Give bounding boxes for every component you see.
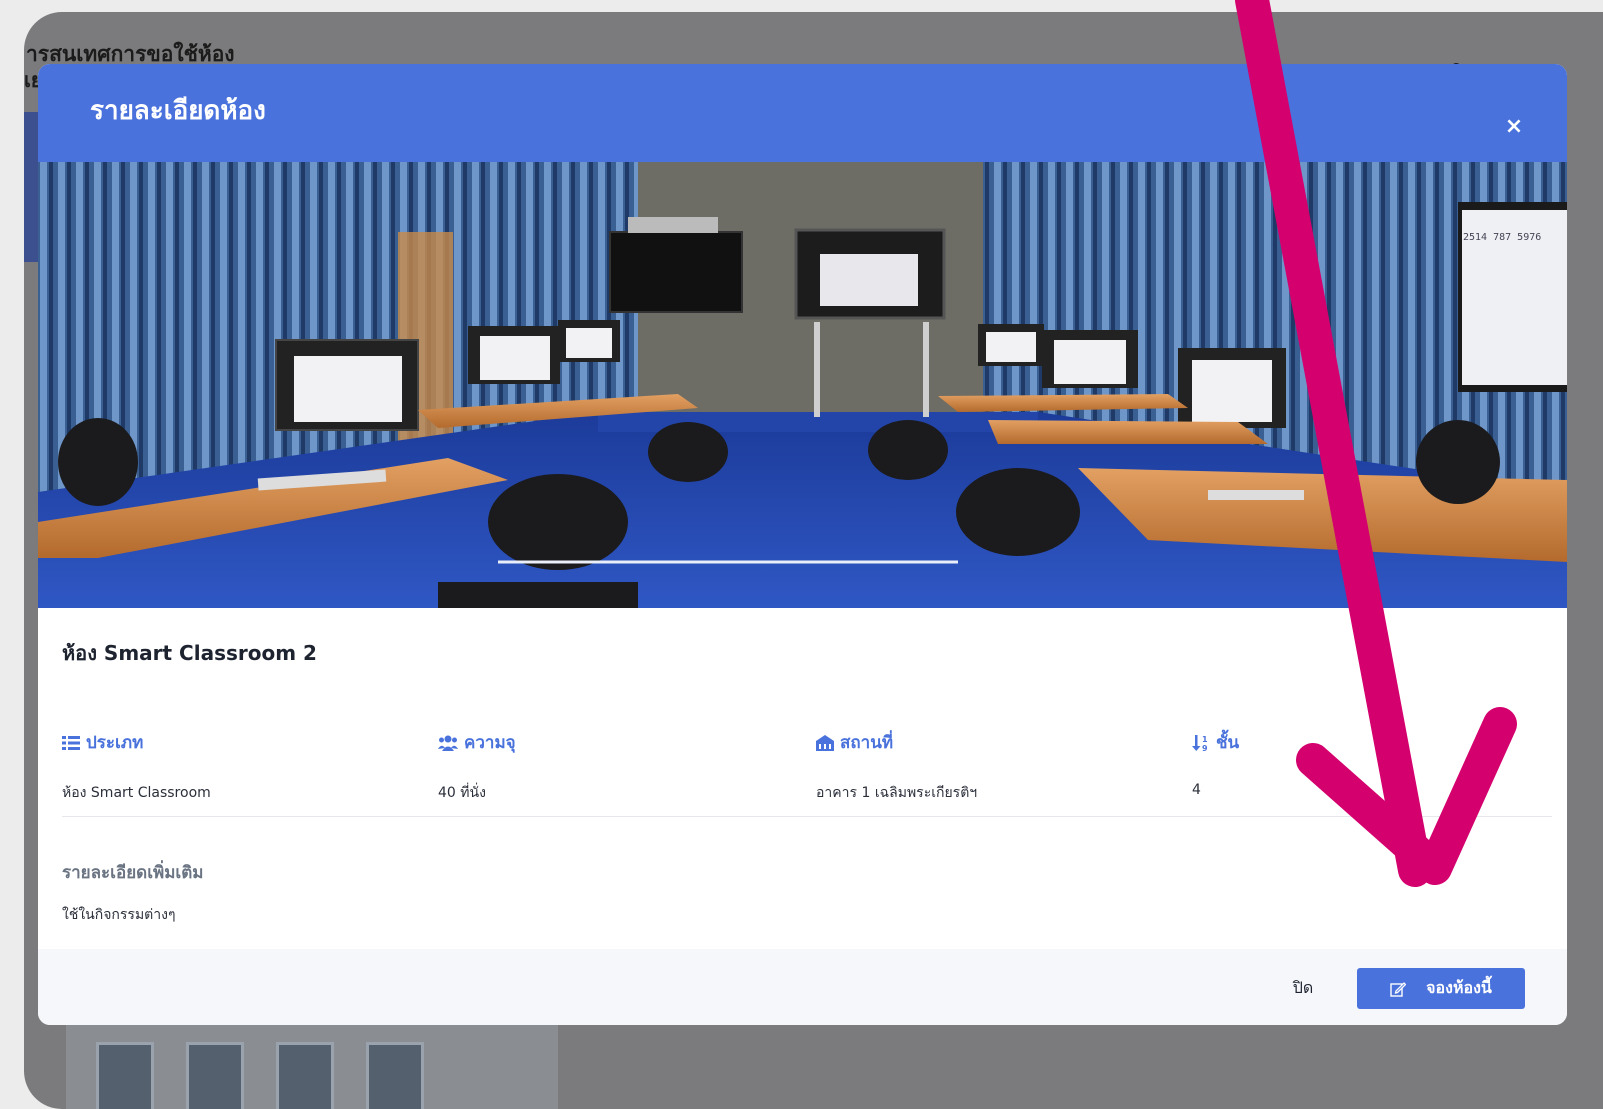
info-type-value: ห้อง Smart Classroom <box>62 785 211 801</box>
list-icon <box>62 735 80 750</box>
info-capacity: ความจุ 40 ที่นั่ง <box>438 729 516 804</box>
info-capacity-label: ความจุ <box>464 733 516 753</box>
more-details-text: ใช้ในกิจกรรมต่างๆ <box>62 907 176 923</box>
svg-text:1: 1 <box>1202 735 1208 744</box>
info-floor: 19 ชั้น 4 <box>1192 729 1239 798</box>
users-icon <box>438 735 458 751</box>
close-button[interactable]: × <box>1501 114 1527 140</box>
info-location: สถานที่ อาคาร 1 เฉลิมพระเกียรติฯ <box>816 729 977 804</box>
modal-header: รายละเอียดห้อง × <box>38 64 1567 162</box>
info-floor-value: 4 <box>1192 782 1201 798</box>
room-photo: 2514 787 5976 <box>38 162 1567 608</box>
modal-title: รายละเอียดห้อง <box>90 96 266 126</box>
close-icon[interactable]: × <box>1505 114 1523 139</box>
modal-footer: ปิด จองห้องนี้ <box>38 949 1567 1025</box>
info-type-label: ประเภท <box>86 733 144 753</box>
info-type: ประเภท ห้อง Smart Classroom <box>62 729 211 804</box>
photo-screen-number: 2514 787 5976 <box>1463 232 1541 243</box>
room-detail-modal: รายละเอียดห้อง × 2514 787 5976 ห้อง Smar… <box>38 64 1567 1025</box>
building-icon <box>816 734 834 751</box>
book-room-label[interactable]: จองห้องนี้ <box>1426 976 1492 1001</box>
divider <box>62 816 1552 817</box>
svg-text:9: 9 <box>1202 744 1208 752</box>
info-location-value: อาคาร 1 เฉลิมพระเกียรติฯ <box>816 785 978 801</box>
info-location-label: สถานที่ <box>840 733 894 753</box>
close-modal-button[interactable]: ปิด <box>1276 969 1330 1007</box>
sort-numeric-icon: 19 <box>1192 734 1208 752</box>
room-name: ห้อง Smart Classroom 2 <box>62 641 317 665</box>
edit-icon <box>1390 981 1407 997</box>
book-room-button[interactable]: จองห้องนี้ <box>1357 968 1525 1009</box>
info-floor-label: ชั้น <box>1216 733 1240 753</box>
background-banner <box>24 112 38 262</box>
more-details-heading: รายละเอียดเพิ่มเติม <box>62 863 204 883</box>
info-capacity-value: 40 ที่นั่ง <box>438 785 486 801</box>
